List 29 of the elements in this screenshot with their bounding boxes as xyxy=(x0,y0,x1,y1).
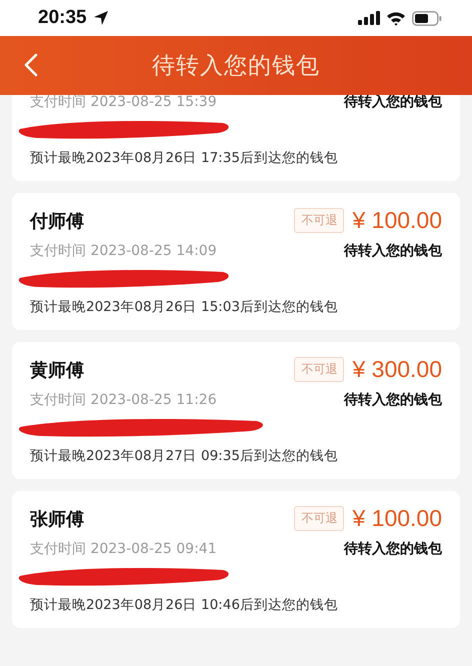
driver-name: 张师傅 xyxy=(30,508,84,530)
payment-time: 支付时间 2023-08-25 11:26 xyxy=(30,391,217,409)
page-title: 待转入您的钱包 xyxy=(152,52,320,81)
order-amount: ¥ 300.00 xyxy=(352,356,442,383)
battery-icon xyxy=(412,10,442,26)
estimated-arrival: 预计最晚2023年08月26日 10:46后到达您的钱包 xyxy=(30,596,339,614)
location-arrow-icon xyxy=(92,10,109,26)
back-chevron-icon xyxy=(24,53,38,77)
signal-icon xyxy=(358,11,380,25)
driver-name: 黄师傅 xyxy=(30,358,84,382)
status-time: 20:35 xyxy=(38,7,87,29)
order-amount: ¥ 100.00 xyxy=(352,505,442,532)
wifi-icon xyxy=(386,10,406,26)
payment-time: 支付时间 2023-08-25 09:41 xyxy=(30,540,217,558)
back-button[interactable] xyxy=(24,53,38,77)
payment-time: 支付时间 2023-08-25 14:09 xyxy=(30,242,217,260)
no-refund-tag: 不可退 xyxy=(294,506,344,531)
no-refund-tag: 不可退 xyxy=(294,208,344,233)
payment-time: 支付时间 2023-08-25 15:39 xyxy=(30,93,217,111)
estimated-arrival: 预计最晚2023年08月26日 15:03后到达您的钱包 xyxy=(30,298,339,316)
order-status: 待转入您的钱包 xyxy=(344,242,442,260)
order-status: 待转入您的钱包 xyxy=(344,93,442,111)
estimated-arrival: 预计最晚2023年08月27日 09:35后到达您的钱包 xyxy=(30,447,339,465)
no-refund-tag: 不可退 xyxy=(294,357,344,382)
driver-name: 付师傅 xyxy=(30,210,84,232)
order-amount: ¥ 100.00 xyxy=(352,207,442,234)
estimated-arrival: 预计最晚2023年08月26日 17:35后到达您的钱包 xyxy=(30,149,339,167)
order-status: 待转入您的钱包 xyxy=(344,540,442,558)
order-status: 待转入您的钱包 xyxy=(344,391,442,409)
